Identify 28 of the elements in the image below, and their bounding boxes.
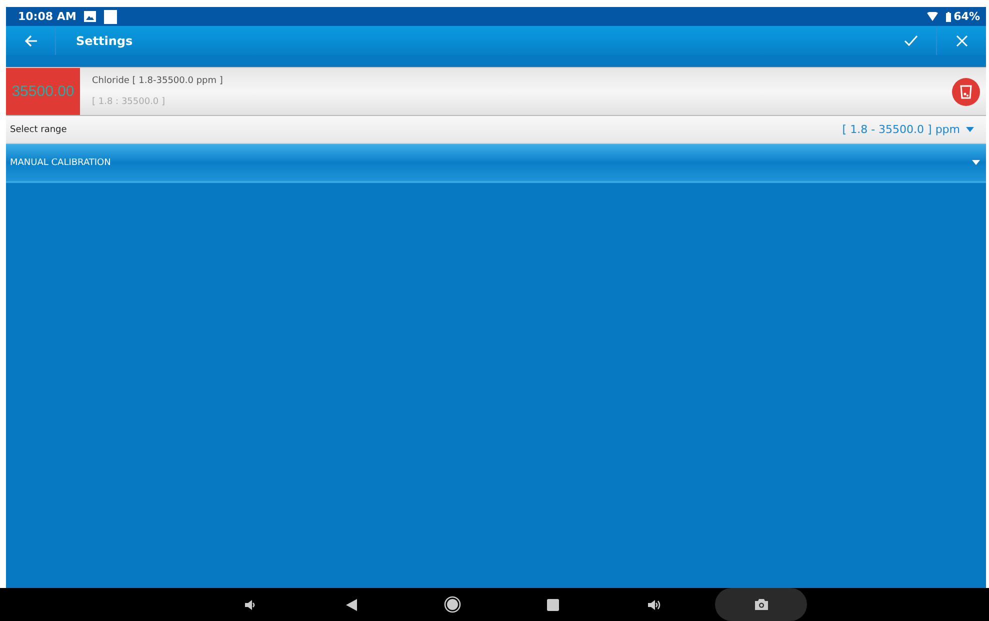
circle-icon bbox=[444, 596, 460, 613]
screenshot-button[interactable] bbox=[715, 588, 807, 621]
battery-icon bbox=[946, 12, 951, 22]
speaker-icon bbox=[244, 598, 256, 610]
triangle-left-icon bbox=[346, 598, 356, 610]
camera-icon bbox=[754, 599, 768, 610]
image-icon bbox=[84, 11, 96, 22]
home-button[interactable] bbox=[442, 594, 462, 614]
sensor-reading: 35500.00 bbox=[6, 68, 80, 115]
range-label: Select range bbox=[10, 124, 67, 134]
beaker-badge[interactable] bbox=[952, 78, 980, 106]
range-dropdown[interactable]: [ 1.8 - 35500.0 ] ppm bbox=[842, 123, 974, 136]
square-icon bbox=[104, 10, 118, 24]
sensor-name: Chloride [ 1.8-35500.0 ppm ] bbox=[92, 76, 224, 86]
caret-icon bbox=[972, 160, 980, 165]
wifi-icon bbox=[926, 12, 938, 21]
speaker-icon bbox=[647, 598, 661, 610]
beaker-icon bbox=[960, 84, 972, 98]
section-header[interactable]: MANUAL CALIBRATION bbox=[6, 144, 986, 183]
check-icon bbox=[904, 35, 918, 46]
status-time: 10:08 AM bbox=[18, 10, 76, 23]
close-icon bbox=[956, 34, 968, 46]
caret-icon bbox=[966, 127, 974, 132]
battery-level: 64% bbox=[954, 10, 980, 23]
arrow-left-icon bbox=[24, 34, 38, 46]
square-icon bbox=[547, 598, 559, 610]
sensor-range: [ 1.8 : 35500.0 ] bbox=[92, 97, 166, 108]
screen-title: Settings bbox=[76, 34, 134, 48]
